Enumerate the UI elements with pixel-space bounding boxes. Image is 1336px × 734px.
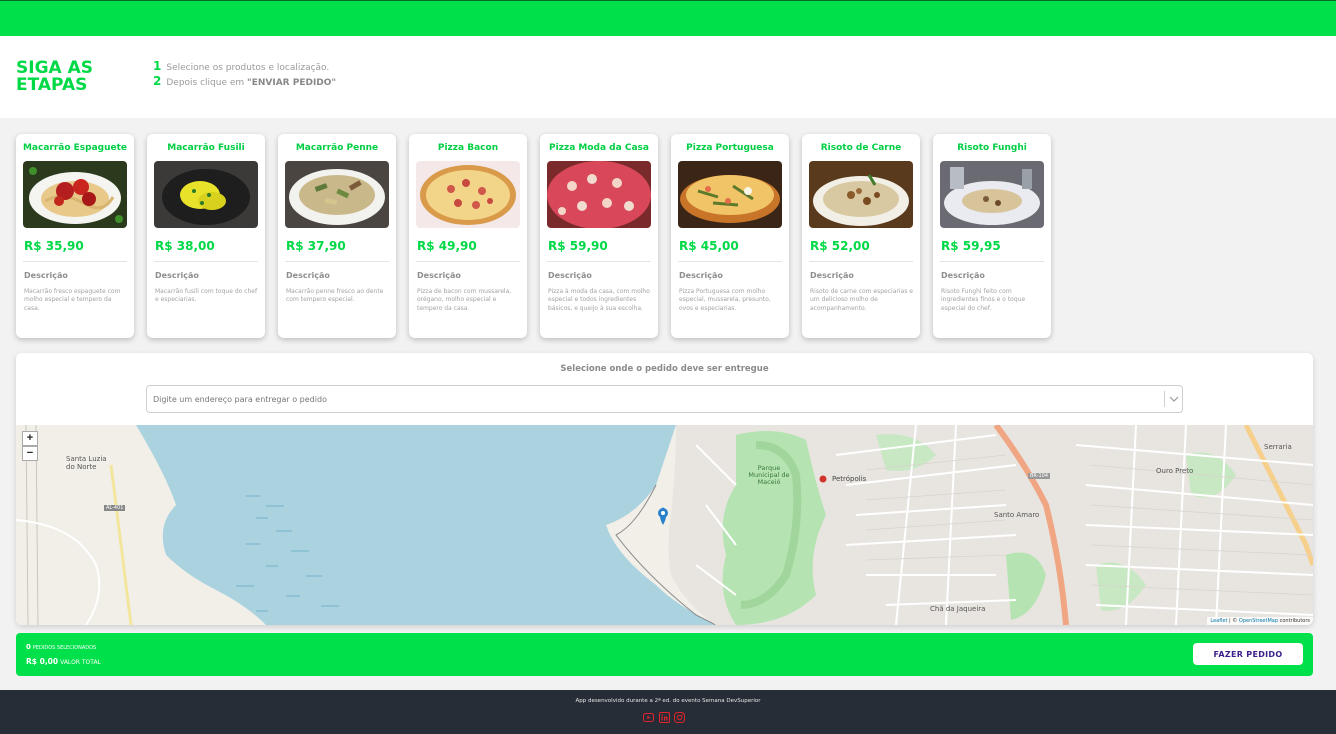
product-image [154, 161, 258, 228]
map-road-label: AL-401 [104, 505, 126, 511]
product-image [285, 161, 389, 228]
address-input[interactable] [147, 386, 1163, 412]
product-description: Pizza à moda da casa, com molho especial… [548, 288, 650, 312]
product-price: R$ 52,00 [810, 239, 870, 253]
product-image [416, 161, 520, 228]
description-label: Descrição [24, 271, 68, 280]
description-label: Descrição [155, 271, 199, 280]
product-card[interactable]: Macarrão Fusili R$ 38,00 Descrição Macar… [147, 134, 265, 338]
divider [416, 261, 520, 262]
chevron-down-icon[interactable] [1167, 391, 1181, 407]
map-label: Santo Amaro [994, 511, 1040, 519]
description-label: Descrição [286, 271, 330, 280]
product-card[interactable]: Risoto de Carne R$ 52,00 Descrição Risot… [802, 134, 920, 338]
divider [285, 261, 389, 262]
youtube-icon[interactable] [643, 710, 654, 722]
product-description: Pizza de bacon com mussarela, orégano, m… [417, 288, 512, 312]
divider [154, 261, 258, 262]
product-name: Macarrão Espaguete [22, 143, 128, 153]
product-image [23, 161, 127, 228]
divider [23, 261, 127, 262]
product-price: R$ 38,00 [155, 239, 215, 253]
product-price: R$ 59,95 [941, 239, 1001, 253]
product-name: Risoto de Carne [820, 143, 902, 153]
map-label: Ouro Preto [1156, 467, 1194, 475]
product-card[interactable]: Pizza Portuguesa R$ 45,00 Descrição Pizz… [671, 134, 789, 338]
place-order-button[interactable]: FAZER PEDIDO [1193, 643, 1303, 665]
linkedin-icon[interactable] [659, 710, 670, 723]
product-image [678, 161, 782, 228]
map-label: Petrópolis [832, 475, 867, 483]
description-label: Descrição [679, 271, 723, 280]
delivery-map[interactable]: + − Santa Luzia do Norte AL-401 Parque M… [16, 425, 1313, 625]
product-name: Macarrão Fusili [167, 143, 245, 153]
divider [940, 261, 1044, 262]
step-1: 1 Selecione os produtos e localização. [153, 59, 330, 73]
map-attribution: Leaflet | © OpenStreetMap contributors [1207, 617, 1313, 625]
product-image [809, 161, 913, 228]
product-price: R$ 45,00 [679, 239, 739, 253]
steps-title: SIGA AS ETAPAS [16, 58, 93, 95]
selected-count: 0 PEDIDOS SELECIONADOS [26, 643, 97, 651]
product-name: Pizza Moda da Casa [549, 143, 649, 153]
description-label: Descrição [548, 271, 592, 280]
select-separator [1164, 391, 1165, 407]
product-image [547, 161, 651, 228]
product-card[interactable]: Pizza Moda da Casa R$ 59,90 Descrição Pi… [540, 134, 658, 338]
address-select[interactable] [146, 385, 1183, 413]
product-description: Pizza Portuguesa com molho especial, mus… [679, 288, 771, 312]
description-label: Descrição [810, 271, 854, 280]
product-card[interactable]: Risoto Funghi R$ 59,95 Descrição Risoto … [933, 134, 1051, 338]
step-2: 2 Depois clique em "ENVIAR PEDIDO" [153, 74, 337, 88]
product-name: Pizza Portuguesa [686, 143, 774, 153]
map-label: Santa Luzia do Norte [66, 455, 107, 471]
instagram-icon[interactable] [674, 710, 685, 723]
product-name: Pizza Bacon [437, 143, 499, 153]
product-card[interactable]: Pizza Bacon R$ 49,90 Descrição Pizza de … [409, 134, 527, 338]
product-description: Macarrão fusili com toque do chef e espe… [155, 288, 258, 304]
product-description: Risoto Funghi feito com ingredientes fin… [941, 288, 1026, 312]
description-label: Descrição [941, 271, 985, 280]
leaflet-link[interactable]: Leaflet [1210, 618, 1227, 624]
order-summary-bar: 0 PEDIDOS SELECIONADOS R$ 0,00 VALOR TOTAL… [16, 633, 1313, 676]
product-name: Risoto Funghi [957, 143, 1027, 153]
location-title: Selecione onde o pedido deve ser entregu… [560, 364, 769, 374]
product-price: R$ 49,90 [417, 239, 477, 253]
delivery-location-section: Selecione onde o pedido deve ser entregu… [16, 353, 1313, 625]
product-name: Macarrão Penne [295, 143, 379, 153]
product-price: R$ 35,90 [24, 239, 84, 253]
osm-link[interactable]: OpenStreetMap [1239, 618, 1278, 624]
product-card[interactable]: Macarrão Penne R$ 37,90 Descrição Macarr… [278, 134, 396, 338]
total-value: R$ 0,00 VALOR TOTAL [26, 657, 101, 666]
top-navbar [0, 0, 1336, 36]
map-label: Chã da Jaqueira [930, 605, 986, 613]
product-price: R$ 59,90 [548, 239, 608, 253]
footer-text: App desenvolvido durante a 2ª ed. do eve… [575, 698, 761, 704]
product-image [940, 161, 1044, 228]
product-price: R$ 37,90 [286, 239, 346, 253]
divider [547, 261, 651, 262]
divider [678, 261, 782, 262]
zoom-out-button[interactable]: − [22, 446, 38, 461]
map-label: Serraria [1264, 443, 1292, 451]
steps-section: SIGA AS ETAPAS 1 Selecione os produtos e … [0, 36, 1336, 118]
product-description: Macarrão penne fresco ao dente com tempe… [286, 288, 384, 304]
zoom-in-button[interactable]: + [22, 431, 38, 446]
map-label: Parque Municipal de Maceió [748, 464, 790, 486]
description-label: Descrição [417, 271, 461, 280]
divider [809, 261, 913, 262]
map-road-label: BR-104 [1028, 473, 1051, 479]
product-description: Risoto de carne com especiarias e um del… [810, 288, 913, 312]
product-card[interactable]: Macarrão Espaguete R$ 35,90 Descrição Ma… [16, 134, 134, 338]
product-description: Macarrão fresco espaguete com molho espe… [24, 288, 121, 312]
page-footer: App desenvolvido durante a 2ª ed. do eve… [0, 690, 1336, 734]
